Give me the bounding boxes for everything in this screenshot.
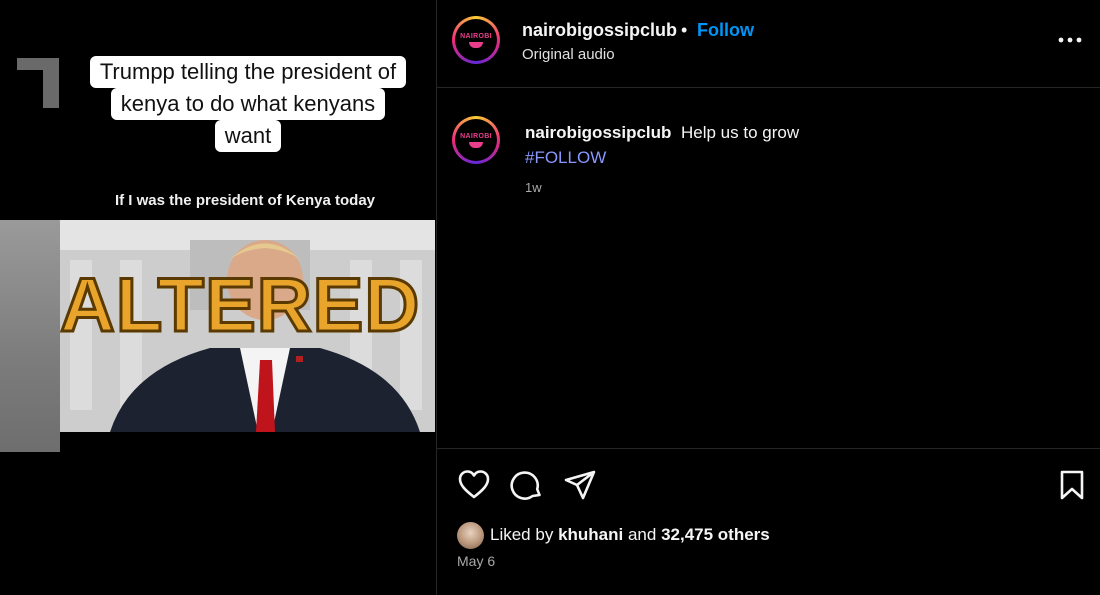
action-bar	[437, 460, 1100, 510]
likes-count[interactable]: 32,475 others	[661, 525, 770, 544]
follow-button[interactable]: Follow	[697, 20, 754, 41]
separator-dot: •	[681, 20, 688, 40]
caption-line: want	[214, 120, 282, 152]
video-subtitle: If I was the president of Kenya today	[114, 192, 376, 209]
corner-mark-icon	[17, 58, 59, 108]
comment-text: Help us to grow	[681, 123, 800, 142]
liker-avatar[interactable]	[457, 522, 484, 549]
likes-and: and	[627, 525, 657, 544]
frame-edge	[0, 220, 60, 452]
caption-comment: NAIROBI nairobigossipclub Help us to gro…	[437, 88, 1100, 449]
caption-line: kenya to do what kenyans	[110, 88, 386, 120]
video-caption: Trumpp telling the president of kenya to…	[72, 56, 424, 152]
reel-media[interactable]: Trumpp telling the president of kenya to…	[0, 0, 435, 595]
altered-label: ALTERED	[58, 263, 421, 348]
caption-line: Trumpp telling the president of	[89, 56, 407, 88]
heart-icon[interactable]	[457, 468, 491, 502]
comment-icon[interactable]	[510, 468, 544, 502]
liker-username[interactable]: khuhani	[558, 525, 623, 544]
lips-icon	[469, 41, 483, 48]
avatar[interactable]: NAIROBI	[452, 16, 500, 64]
hashtag-link[interactable]: #FOLLOW	[525, 148, 606, 168]
post-header: NAIROBI nairobigossipclub • Follow Origi…	[437, 0, 1100, 88]
share-icon[interactable]	[563, 468, 597, 502]
avatar-logo-text: NAIROBI	[460, 132, 492, 140]
audio-link[interactable]: Original audio	[522, 46, 615, 63]
avatar-logo-text: NAIROBI	[460, 32, 492, 40]
avatar[interactable]: NAIROBI	[452, 116, 500, 164]
likes-prefix: Liked by	[490, 525, 554, 544]
post-date: May 6	[457, 553, 496, 569]
post-author-username[interactable]: nairobigossipclub	[522, 20, 677, 41]
lips-icon	[469, 141, 483, 148]
post-panel: NAIROBI nairobigossipclub • Follow Origi…	[436, 0, 1100, 595]
bookmark-icon[interactable]	[1055, 468, 1089, 502]
comment-timestamp: 1w	[525, 180, 542, 195]
comment-username[interactable]: nairobigossipclub	[525, 123, 671, 143]
more-horizontal-icon[interactable]	[1057, 30, 1083, 50]
